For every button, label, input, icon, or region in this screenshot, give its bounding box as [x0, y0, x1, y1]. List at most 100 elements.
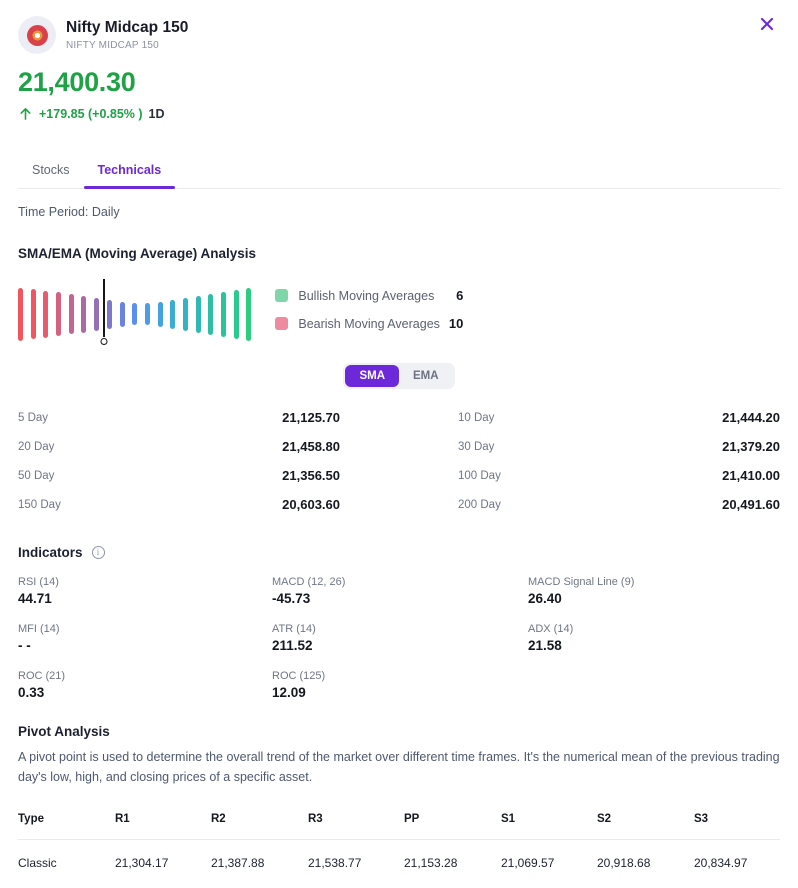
ma-gauge-bars	[18, 283, 251, 345]
gauge-bar	[94, 298, 99, 331]
sma-period-label: 50 Day	[18, 470, 54, 482]
indicator-value: 44.71	[18, 591, 272, 606]
gauge-bar	[246, 288, 251, 341]
sma-row: 10 Day 21,444.20	[458, 403, 780, 432]
indicator-value: - -	[18, 638, 272, 653]
sma-period-label: 10 Day	[458, 412, 494, 424]
toggle-ema[interactable]: EMA	[399, 365, 453, 387]
indicator-label: ROC (125)	[272, 670, 528, 682]
indicator-cell-empty	[528, 670, 780, 700]
tab-bar: Stocks Technicals	[18, 153, 780, 189]
indicator-label: MACD Signal Line (9)	[528, 576, 780, 588]
indicators-heading: Indicators	[18, 545, 83, 560]
price-change: +179.85 (+0.85% )	[39, 107, 143, 121]
pivot-heading: Pivot Analysis	[18, 724, 780, 739]
sma-value: 21,458.80	[282, 439, 340, 454]
bullish-swatch-icon	[275, 289, 288, 302]
sma-ema-toggle: SMA EMA	[343, 363, 454, 389]
sma-value: 21,125.70	[282, 410, 340, 425]
sma-period-label: 20 Day	[18, 441, 54, 453]
pivot-cell: Classic	[18, 840, 115, 876]
sma-section-heading: SMA/EMA (Moving Average) Analysis	[18, 246, 780, 261]
price-change-row: +179.85 (+0.85% ) 1D	[18, 106, 780, 121]
gauge-needle-marker	[101, 338, 108, 345]
close-button[interactable]	[756, 13, 778, 35]
gauge-bar	[208, 294, 213, 335]
tab-technicals[interactable]: Technicals	[84, 153, 176, 188]
indicator-value: 21.58	[528, 638, 780, 653]
pivot-cell: 21,538.77	[308, 840, 404, 876]
last-price: 21,400.30	[18, 67, 780, 98]
pivot-col-header: R3	[308, 807, 404, 839]
indicator-label: MFI (14)	[18, 623, 272, 635]
sma-period-label: 100 Day	[458, 470, 501, 482]
indicators-heading-row: Indicators i	[18, 545, 780, 560]
sma-value: 21,356.50	[282, 468, 340, 483]
pivot-col-header: S2	[597, 807, 694, 839]
indicator-label: MACD (12, 26)	[272, 576, 528, 588]
change-period: 1D	[149, 107, 165, 121]
sma-row: 200 Day 20,491.60	[458, 490, 780, 519]
sma-row: 20 Day 21,458.80	[18, 432, 340, 461]
tab-stocks[interactable]: Stocks	[18, 153, 84, 188]
gauge-bar	[120, 302, 125, 327]
sma-value: 20,603.60	[282, 497, 340, 512]
gauge-bar	[107, 300, 112, 329]
sma-ema-toggle-row: SMA EMA	[18, 363, 780, 389]
gauge-needle	[103, 279, 105, 337]
time-period-label: Time Period: Daily	[18, 205, 780, 219]
pivot-col-header: Type	[18, 807, 115, 839]
close-icon	[759, 16, 775, 32]
ma-legend: Bullish Moving Averages 6 Bearish Moving…	[275, 288, 463, 331]
gauge-bar	[221, 292, 226, 337]
indicator-value: 26.40	[528, 591, 780, 606]
sma-value: 21,379.20	[722, 439, 780, 454]
arrow-up-icon	[18, 106, 33, 121]
legend-bearish: Bearish Moving Averages 10	[275, 316, 463, 331]
pivot-col-header: S1	[501, 807, 597, 839]
avatar	[18, 16, 56, 54]
legend-bullish: Bullish Moving Averages 6	[275, 288, 463, 303]
bearish-count: 10	[441, 316, 463, 331]
indicator-cell: ROC (125) 12.09	[272, 670, 528, 700]
bullish-count: 6	[441, 288, 463, 303]
gauge-bar	[145, 303, 150, 325]
indicator-cell: ROC (21) 0.33	[18, 670, 272, 700]
pivot-col-header: PP	[404, 807, 501, 839]
sma-value: 21,444.20	[722, 410, 780, 425]
indicator-cell: RSI (14) 44.71	[18, 576, 272, 606]
pivot-header-row: Type R1 R2 R3 PP S1 S2 S3	[18, 807, 780, 839]
pivot-cell: 20,834.97	[694, 840, 780, 876]
pivot-col-header: R1	[115, 807, 211, 839]
indicator-value: 12.09	[272, 685, 528, 700]
table-row: Classic 21,304.17 21,387.88 21,538.77 21…	[18, 840, 780, 876]
gauge-bar	[158, 302, 163, 327]
pivot-cell: 21,387.88	[211, 840, 308, 876]
legend-bearish-label: Bearish Moving Averages	[298, 317, 441, 331]
sma-row: 5 Day 21,125.70	[18, 403, 340, 432]
gauge-bar	[56, 292, 61, 336]
sma-row: 30 Day 21,379.20	[458, 432, 780, 461]
indicator-cell: MACD (12, 26) -45.73	[272, 576, 528, 606]
pivot-cell: 21,304.17	[115, 840, 211, 876]
gauge-bar	[18, 288, 23, 341]
page-title: Nifty Midcap 150	[66, 19, 188, 38]
toggle-sma[interactable]: SMA	[345, 365, 399, 387]
pivot-cell: 20,918.68	[597, 840, 694, 876]
gauge-bar	[69, 294, 74, 334]
indicator-cell: MACD Signal Line (9) 26.40	[528, 576, 780, 606]
indicator-value: 211.52	[272, 638, 528, 653]
sma-value: 20,491.60	[722, 497, 780, 512]
technicals-panel: Nifty Midcap 150 NIFTY MIDCAP 150 21,400…	[0, 0, 798, 888]
gauge-bar	[81, 296, 86, 333]
pivot-cell: 21,153.28	[404, 840, 501, 876]
pivot-table: Type R1 R2 R3 PP S1 S2 S3 Classic 21,304…	[18, 807, 780, 876]
instrument-header: Nifty Midcap 150 NIFTY MIDCAP 150	[18, 0, 780, 54]
gauge-bar	[43, 291, 48, 338]
gauge-bar	[196, 296, 201, 333]
info-icon[interactable]: i	[92, 546, 105, 559]
pivot-cell: 21,069.57	[501, 840, 597, 876]
sma-period-label: 200 Day	[458, 499, 501, 511]
pivot-description: A pivot point is used to determine the o…	[18, 747, 780, 787]
indicator-cell: ATR (14) 211.52	[272, 623, 528, 653]
